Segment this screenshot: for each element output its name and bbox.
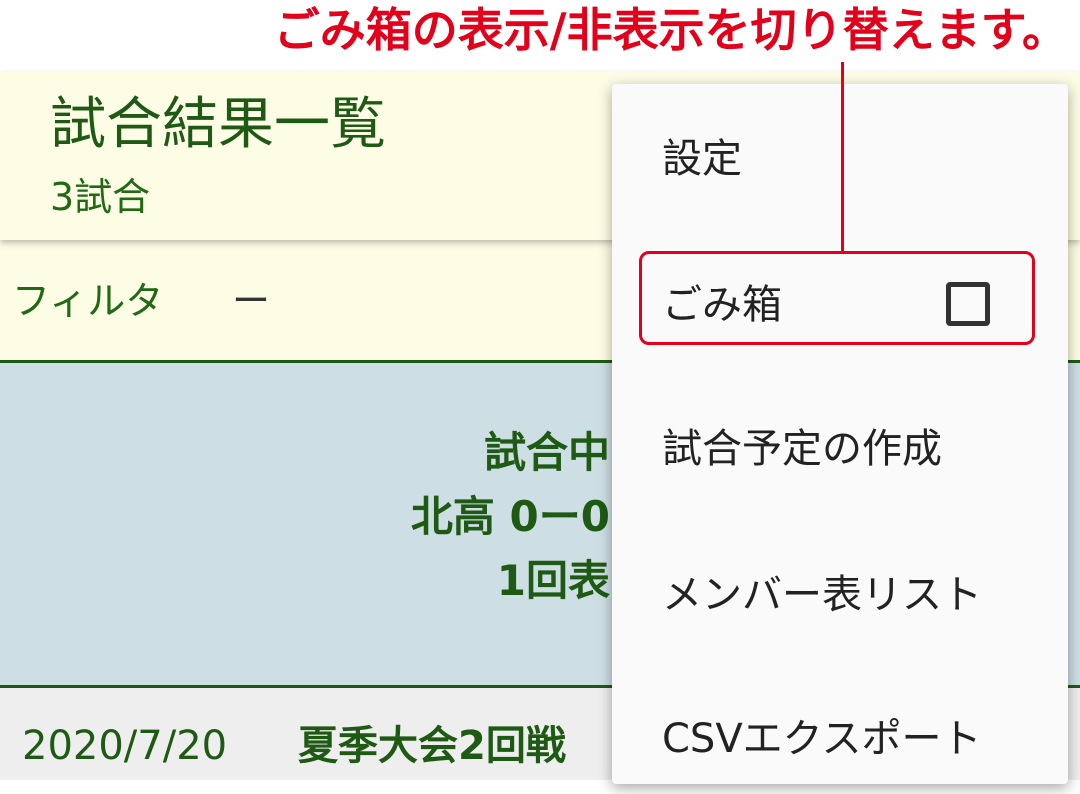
menu-item-label: 設定 [662,136,742,182]
annotation-highlight-box [639,251,1035,345]
game-status: 試合中 [483,428,610,477]
menu-item-settings[interactable]: 設定 [612,94,1068,214]
game-inning: 1回表 [496,556,610,605]
annotation-connector-line [841,62,844,251]
menu-item-create-schedule[interactable]: 試合予定の作成 [612,384,1068,504]
menu-item-label: CSVエクスポート [662,716,982,762]
menu-item-label: メンバー表リスト [662,572,982,618]
menu-item-csv-export[interactable]: CSVエクスポート [612,674,1068,794]
menu-item-label: 試合予定の作成 [662,426,942,472]
game-date: 2020/7/20 [22,723,228,769]
filter-value[interactable]: ー [232,276,270,326]
game-count: 3試合 [50,175,151,219]
page-title: 試合結果一覧 [50,92,386,157]
annotation-text: ごみ箱の表示/非表示を切り替えます。 [273,3,1068,57]
overflow-menu: 設定 ごみ箱 試合予定の作成 メンバー表リスト CSVエクスポート [612,84,1068,784]
menu-item-member-list[interactable]: メンバー表リスト [612,530,1068,650]
game-title: 夏季大会2回戦 [298,723,566,769]
game-score: 北高 0ー0 [410,492,610,541]
filter-label: フィルタ [12,279,164,323]
annotation-caption: ごみ箱の表示/非表示を切り替えます。 [0,0,1080,72]
